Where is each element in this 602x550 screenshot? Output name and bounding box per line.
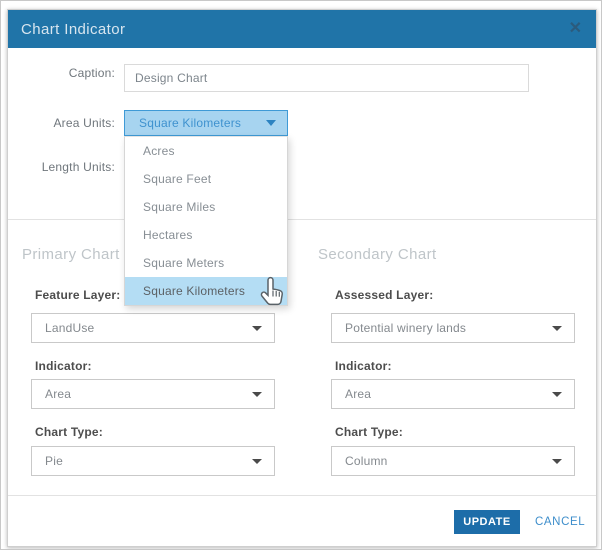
secondary-chart-title: Secondary Chart bbox=[318, 246, 437, 263]
dialog-title: Chart Indicator bbox=[21, 21, 569, 38]
assessed-layer-value: Potential winery lands bbox=[345, 321, 552, 335]
chevron-down-icon bbox=[552, 326, 562, 331]
assessed-layer-select[interactable]: Potential winery lands bbox=[331, 313, 575, 343]
chart-indicator-dialog: Chart Indicator ✕ Caption: Area Units: S… bbox=[7, 9, 597, 547]
secondary-chart-type-value: Column bbox=[345, 454, 552, 468]
area-units-value: Square Kilometers bbox=[139, 116, 266, 130]
dropdown-option[interactable]: Square Feet bbox=[125, 165, 287, 193]
dropdown-option[interactable]: Hectares bbox=[125, 221, 287, 249]
chevron-down-icon bbox=[266, 120, 276, 126]
primary-chart-type-value: Pie bbox=[45, 454, 252, 468]
chevron-down-icon bbox=[252, 326, 262, 331]
area-units-label: Area Units: bbox=[22, 114, 115, 133]
dropdown-option[interactable]: Acres bbox=[125, 137, 287, 165]
secondary-chart-type-select[interactable]: Column bbox=[331, 446, 575, 476]
close-icon[interactable]: ✕ bbox=[569, 21, 582, 37]
dropdown-option[interactable]: Square Meters bbox=[125, 249, 287, 277]
primary-chart-type-select[interactable]: Pie bbox=[31, 446, 275, 476]
dialog-header: Chart Indicator ✕ bbox=[8, 10, 596, 48]
update-button[interactable]: UPDATE bbox=[454, 510, 520, 534]
primary-indicator-value: Area bbox=[45, 387, 252, 401]
primary-indicator-select[interactable]: Area bbox=[31, 379, 275, 409]
footer-divider bbox=[8, 495, 596, 496]
secondary-indicator-label: Indicator: bbox=[335, 359, 392, 373]
caption-input[interactable] bbox=[124, 64, 529, 92]
caption-label: Caption: bbox=[22, 64, 115, 83]
primary-chart-type-label: Chart Type: bbox=[35, 425, 103, 439]
length-units-label: Length Units: bbox=[22, 158, 115, 177]
area-units-select[interactable]: Square Kilometers bbox=[124, 110, 288, 136]
section-divider bbox=[8, 219, 596, 220]
chevron-down-icon bbox=[552, 392, 562, 397]
secondary-indicator-value: Area bbox=[345, 387, 552, 401]
dropdown-option[interactable]: Square Miles bbox=[125, 193, 287, 221]
chevron-down-icon bbox=[552, 459, 562, 464]
secondary-indicator-select[interactable]: Area bbox=[331, 379, 575, 409]
screenshot-frame: Chart Indicator ✕ Caption: Area Units: S… bbox=[0, 0, 602, 550]
primary-chart-title: Primary Chart bbox=[22, 246, 120, 263]
assessed-layer-label: Assessed Layer: bbox=[335, 288, 433, 302]
feature-layer-value: LandUse bbox=[45, 321, 252, 335]
chevron-down-icon bbox=[252, 392, 262, 397]
chevron-down-icon bbox=[252, 459, 262, 464]
mouse-pointer-hand-icon bbox=[258, 276, 286, 313]
secondary-chart-type-label: Chart Type: bbox=[335, 425, 403, 439]
cancel-button[interactable]: CANCEL bbox=[535, 516, 585, 528]
feature-layer-select[interactable]: LandUse bbox=[31, 313, 275, 343]
feature-layer-label: Feature Layer: bbox=[35, 288, 121, 302]
primary-indicator-label: Indicator: bbox=[35, 359, 92, 373]
